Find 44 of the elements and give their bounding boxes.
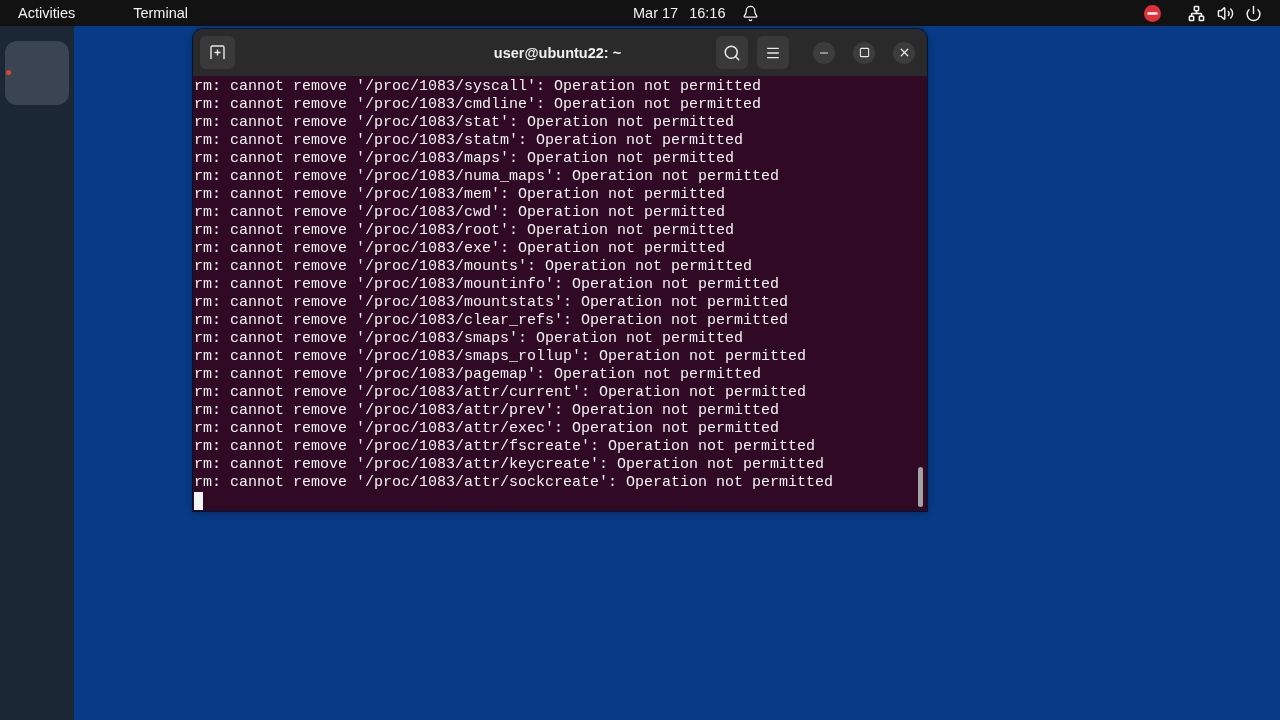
clock-button[interactable]: Mar 17 16:16 — [633, 3, 726, 23]
terminal-line: rm: cannot remove '/proc/1083/attr/current': Operation not permitted — [194, 384, 808, 402]
terminal-line: rm: cannot remove '/proc/1083/mountstats': Operation not permitted — [194, 294, 790, 312]
bell-icon[interactable] — [742, 4, 760, 22]
dock-app-tile[interactable] — [5, 41, 69, 105]
terminal-line: rm: cannot remove '/proc/1083/maps': Operation not permitted — [194, 150, 736, 168]
terminal-line: rm: cannot remove '/proc/1083/root': Operation not permitted — [194, 222, 736, 240]
terminal-line: rm: cannot remove '/proc/1083/clear_refs': Operation not permitted — [194, 312, 790, 330]
terminal-line: rm: cannot remove '/proc/1083/pagemap': Operation not permitted — [194, 366, 763, 384]
activities-button[interactable]: Activities — [18, 3, 76, 23]
terminal-line: rm: cannot remove '/proc/1083/smaps_rollup': Operation not permitted — [194, 348, 808, 366]
block-cursor-icon — [194, 492, 203, 510]
search-button[interactable] — [716, 36, 748, 69]
maximize-button[interactable] — [853, 41, 875, 64]
terminal-line: rm: cannot remove '/proc/1083/attr/fscreate': Operation not permitted — [194, 438, 817, 456]
power-icon[interactable] — [1245, 4, 1262, 22]
app-menu[interactable]: Terminal — [133, 3, 188, 23]
terminal-line: rm: cannot remove '/proc/1083/syscall': Operation not permitted — [194, 78, 763, 96]
new-tab-button[interactable] — [200, 36, 235, 69]
window-title: user@ubuntu22: ~ — [493, 44, 622, 61]
terminal-line: rm: cannot remove '/proc/1083/stat': Operation not permitted — [194, 114, 736, 132]
terminal-line: rm: cannot remove '/proc/1083/attr/keycreate': Operation not permitted — [194, 456, 826, 474]
terminal-line: rm: cannot remove '/proc/1083/mounts': Operation not permitted — [194, 258, 754, 276]
close-button[interactable] — [893, 41, 915, 64]
new-tab-icon — [210, 45, 225, 60]
terminal-line: rm: cannot remove '/proc/1083/attr/sockcreate': Operation not permitted — [194, 474, 835, 492]
terminal-line: rm: cannot remove '/proc/1083/exe': Operation not permitted — [194, 240, 727, 258]
terminal-line: rm: cannot remove '/proc/1083/cmdline': Operation not permitted — [194, 96, 763, 114]
terminal-line: rm: cannot remove '/proc/1083/smaps': Operation not permitted — [194, 330, 745, 348]
terminal-line: rm: cannot remove '/proc/1083/attr/prev': Operation not permitted — [194, 402, 781, 420]
maximize-icon — [858, 47, 870, 58]
terminal-line: rm: cannot remove '/proc/1083/mountinfo': Operation not permitted — [194, 276, 781, 294]
scrollbar-thumb[interactable] — [918, 467, 923, 507]
terminal-line: rm: cannot remove '/proc/1083/mem': Operation not permitted — [194, 186, 727, 204]
menu-button[interactable] — [757, 36, 789, 69]
terminal-line: rm: cannot remove '/proc/1083/attr/exec': Operation not permitted — [194, 420, 781, 438]
network-icon[interactable] — [1188, 4, 1205, 22]
minimize-button[interactable] — [813, 41, 835, 64]
terminal-line: rm: cannot remove '/proc/1083/cwd': Operation not permitted — [194, 204, 727, 222]
search-icon — [723, 43, 741, 62]
terminal-line: rm: cannot remove '/proc/1083/numa_maps': Operation not permitted — [194, 168, 781, 186]
speaker-icon[interactable] — [1217, 4, 1234, 22]
no-entry-icon[interactable] — [1144, 4, 1161, 22]
terminal-line: rm: cannot remove '/proc/1083/statm': Operation not permitted — [194, 132, 745, 150]
